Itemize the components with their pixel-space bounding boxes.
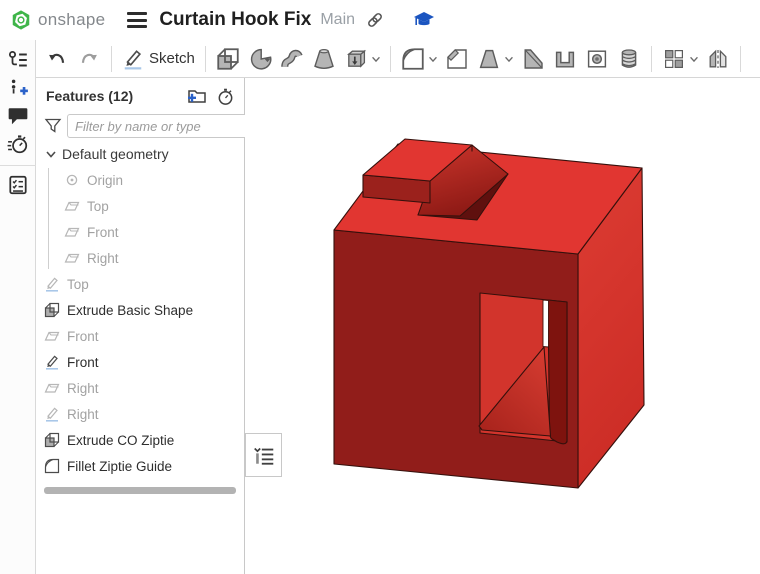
- revolve-tool-button[interactable]: [247, 46, 273, 72]
- tree-item-front-plane[interactable]: Front: [36, 219, 243, 245]
- model-front-pocket-inner-wall[interactable]: [547, 299, 568, 445]
- plane-icon: [64, 198, 80, 214]
- rollback-stopwatch-icon[interactable]: [214, 86, 236, 106]
- shell-tool-button[interactable]: [552, 46, 578, 72]
- main-toolbar: Sketch: [36, 40, 760, 78]
- toolbar-divider: [739, 45, 741, 72]
- feature-list-panel: Features (12) Default geometry Origin: [36, 78, 261, 574]
- feature-filter-row: [44, 113, 261, 139]
- tree-item-right-plane[interactable]: Right: [36, 245, 243, 271]
- linear-pattern-tool-button[interactable]: [661, 46, 687, 72]
- feature-list-toggle-tab[interactable]: [245, 433, 282, 477]
- history-stopwatch-rail-icon[interactable]: [7, 133, 29, 155]
- boss-dropdown-chevron[interactable]: [370, 46, 382, 72]
- onshape-logo-icon: [12, 10, 30, 30]
- education-cap-icon[interactable]: [413, 10, 435, 30]
- sketch-button[interactable]: Sketch: [122, 48, 195, 70]
- thread-tool-button[interactable]: [616, 46, 642, 72]
- sweep-tool-button[interactable]: [279, 46, 305, 72]
- sketch-icon: [44, 406, 60, 422]
- chevron-down-icon[interactable]: [44, 147, 58, 161]
- pattern-dropdown-chevron[interactable]: [688, 46, 700, 72]
- sketch-pencil-icon: [122, 48, 144, 70]
- feature-list-scrollbar[interactable]: [44, 487, 236, 494]
- draft-dropdown-chevron[interactable]: [503, 46, 515, 72]
- tree-item-origin[interactable]: Origin: [36, 167, 243, 193]
- extrude-icon: [44, 432, 60, 448]
- branch-name[interactable]: Main: [320, 11, 355, 29]
- model-part[interactable]: [245, 78, 760, 574]
- filter-funnel-icon[interactable]: [44, 117, 62, 135]
- feature-filter-input[interactable]: [67, 114, 261, 138]
- fillet-tool-button[interactable]: [400, 46, 426, 72]
- tree-item-right-plane-2[interactable]: Right: [36, 375, 243, 401]
- tree-item-fillet-ziptie-guide[interactable]: Fillet Ziptie Guide: [36, 453, 243, 479]
- 3d-viewport[interactable]: [245, 78, 760, 574]
- feature-tree: Default geometry Origin Top Front Right …: [36, 141, 243, 479]
- onshape-app-window: onshape Curtain Hook Fix Main Sketch Fea…: [0, 0, 760, 574]
- origin-icon: [64, 172, 80, 188]
- sketch-icon: [44, 354, 60, 370]
- plane-icon: [44, 328, 60, 344]
- redo-button[interactable]: [76, 46, 102, 72]
- rail-divider: [0, 165, 36, 166]
- plane-icon: [64, 250, 80, 266]
- tree-item-top-plane[interactable]: Top: [36, 193, 243, 219]
- plane-icon: [64, 224, 80, 240]
- extrude-icon: [44, 302, 60, 318]
- toolbar-divider: [389, 45, 391, 72]
- feature-panel-header: Features (12): [46, 86, 236, 106]
- hamburger-menu-icon[interactable]: [127, 12, 148, 28]
- share-link-icon[interactable]: [365, 10, 385, 30]
- comments-rail-icon[interactable]: [7, 105, 29, 127]
- tree-item-sketch-right[interactable]: Right: [36, 401, 243, 427]
- feature-panel-title: Features (12): [46, 88, 134, 104]
- fillet-icon: [44, 458, 60, 474]
- loft-tool-button[interactable]: [311, 46, 337, 72]
- fillet-dropdown-chevron[interactable]: [427, 46, 439, 72]
- tree-item-sketch-top[interactable]: Top: [36, 271, 243, 297]
- toolbar-divider: [111, 45, 112, 72]
- tree-item-sketch-front[interactable]: Front: [36, 349, 243, 375]
- document-title: Curtain Hook Fix: [159, 9, 312, 30]
- tree-item-front-plane-2[interactable]: Front: [36, 323, 243, 349]
- onshape-wordmark: onshape: [38, 10, 106, 29]
- checklist-rail-icon[interactable]: [7, 174, 29, 196]
- rib-tool-button[interactable]: [520, 46, 546, 72]
- model-through-slot: [542, 299, 549, 348]
- new-folder-icon[interactable]: [186, 86, 208, 106]
- document-side-rail: [0, 40, 36, 574]
- chamfer-tool-button[interactable]: [444, 46, 470, 72]
- feature-list-rail-icon[interactable]: [7, 49, 29, 71]
- hole-tool-button[interactable]: [584, 46, 610, 72]
- toolbar-divider: [204, 45, 206, 72]
- plane-icon: [44, 380, 60, 396]
- collapse-list-icon: [253, 447, 273, 465]
- insert-rail-icon[interactable]: [7, 77, 29, 99]
- tree-group-default-geometry[interactable]: Default geometry: [36, 141, 243, 167]
- toolbar-divider: [650, 45, 652, 72]
- draft-tool-button[interactable]: [476, 46, 502, 72]
- top-bar: onshape Curtain Hook Fix Main: [0, 0, 760, 40]
- tree-item-extrude-basic-shape[interactable]: Extrude Basic Shape: [36, 297, 243, 323]
- sketch-icon: [44, 276, 60, 292]
- extrude-tool-button[interactable]: [215, 46, 241, 72]
- undo-button[interactable]: [44, 46, 70, 72]
- thicken-tool-button[interactable]: [343, 46, 369, 72]
- sketch-button-label: Sketch: [149, 50, 195, 67]
- mirror-tool-button[interactable]: [705, 46, 731, 72]
- tree-item-extrude-co-ziptie[interactable]: Extrude CO Ziptie: [36, 427, 243, 453]
